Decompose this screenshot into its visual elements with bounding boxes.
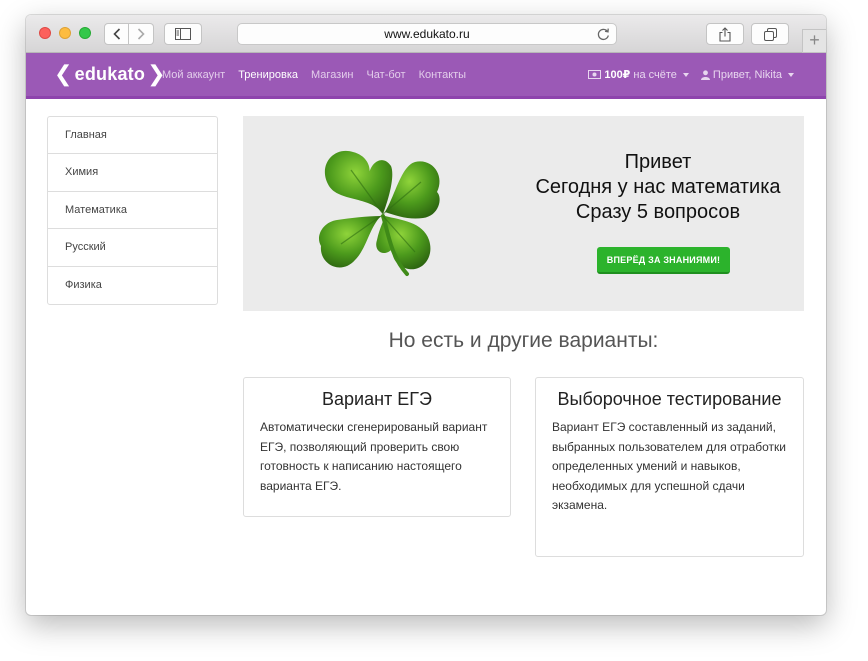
- hero-text: Привет Сегодня у нас математика Сразу 5 …: [513, 150, 803, 225]
- option-card-ege[interactable]: Вариант ЕГЭ Автоматически сгенерированый…: [243, 377, 511, 517]
- sidebar-toggle-button[interactable]: [164, 23, 202, 45]
- user-dropdown[interactable]: Привет, Nikita: [700, 68, 794, 81]
- site-navbar: ❮ edukato ❯ Мой аккаунт Тренировка Магаз…: [26, 53, 826, 99]
- menu-item-math[interactable]: Математика: [48, 192, 217, 230]
- back-button[interactable]: [104, 23, 129, 45]
- card-title: Выборочное тестирование: [557, 389, 782, 409]
- menu-item-physics[interactable]: Физика: [48, 267, 217, 304]
- close-window-button[interactable]: [39, 27, 51, 39]
- options-title: Но есть и другие варианты:: [388, 329, 659, 352]
- logo-left-bracket: ❮: [54, 61, 73, 86]
- sidebar-icon: [175, 28, 191, 40]
- card-text: Вариант ЕГЭ составленный из заданий, выб…: [552, 420, 787, 512]
- card-title: Вариант ЕГЭ: [322, 389, 432, 409]
- share-button[interactable]: [706, 23, 744, 45]
- balance-dropdown[interactable]: 100₽ на счёте: [588, 68, 689, 81]
- nav-link-chatbot[interactable]: Чат-бот: [366, 69, 405, 81]
- chevron-down-icon: [682, 72, 689, 77]
- plus-icon: +: [809, 30, 820, 50]
- minimize-window-button[interactable]: [59, 27, 71, 39]
- tabs-icon: [763, 27, 777, 41]
- browser-toolbar: www.edukato.ru +: [26, 15, 826, 53]
- hero-banner: Привет Сегодня у нас математика Сразу 5 …: [243, 116, 804, 311]
- user-icon: [700, 69, 710, 80]
- menu-item-home[interactable]: Главная: [48, 117, 217, 155]
- forward-button[interactable]: [129, 23, 154, 45]
- menu-item-chemistry[interactable]: Химия: [48, 154, 217, 192]
- share-icon: [719, 26, 731, 42]
- nav-link-account[interactable]: Мой аккаунт: [162, 69, 225, 81]
- chevron-left-icon: [112, 28, 120, 40]
- tabs-overview-button[interactable]: [751, 23, 789, 45]
- subject-menu: Главная Химия Математика Русский Физика: [47, 116, 218, 305]
- menu-item-russian[interactable]: Русский: [48, 229, 217, 267]
- address-bar[interactable]: www.edukato.ru: [237, 23, 617, 45]
- balance-text: на счёте: [633, 68, 677, 81]
- nav-links: Мой аккаунт Тренировка Магазин Чат-бот К…: [162, 53, 479, 96]
- clover-image: [318, 150, 440, 276]
- logo-text: edukato: [74, 63, 146, 84]
- url-text: www.edukato.ru: [384, 27, 470, 41]
- chevron-right-icon: [137, 28, 145, 40]
- user-greeting: Привет, Nikita: [712, 68, 782, 81]
- hero-subject: Сегодня у нас математика: [535, 176, 781, 198]
- money-icon: [588, 70, 602, 79]
- zoom-window-button[interactable]: [79, 27, 91, 39]
- nav-right: 100₽ на счёте Привет, Nikita: [576, 53, 794, 96]
- option-card-selective[interactable]: Выборочное тестирование Вариант ЕГЭ сост…: [535, 377, 804, 557]
- nav-link-shop[interactable]: Магазин: [311, 69, 353, 81]
- chevron-down-icon: [788, 72, 794, 77]
- hero-greeting: Привет: [624, 151, 692, 173]
- balance-amount: 100₽: [604, 69, 631, 81]
- new-tab-button[interactable]: +: [802, 29, 826, 53]
- card-text: Автоматически сгенерированый вариант ЕГЭ…: [260, 420, 488, 493]
- browser-window: www.edukato.ru + ❮ edukato ❯ Мой аккаунт…: [26, 15, 826, 615]
- start-button[interactable]: ВПЕРЁД ЗА ЗНАНИЯМИ!: [597, 247, 730, 274]
- nav-link-contacts[interactable]: Контакты: [419, 69, 467, 81]
- nav-link-training[interactable]: Тренировка: [238, 69, 298, 81]
- hero-questions: Сразу 5 вопросов: [575, 201, 741, 223]
- site-logo[interactable]: ❮ edukato ❯: [52, 61, 168, 86]
- reload-icon[interactable]: [597, 27, 610, 41]
